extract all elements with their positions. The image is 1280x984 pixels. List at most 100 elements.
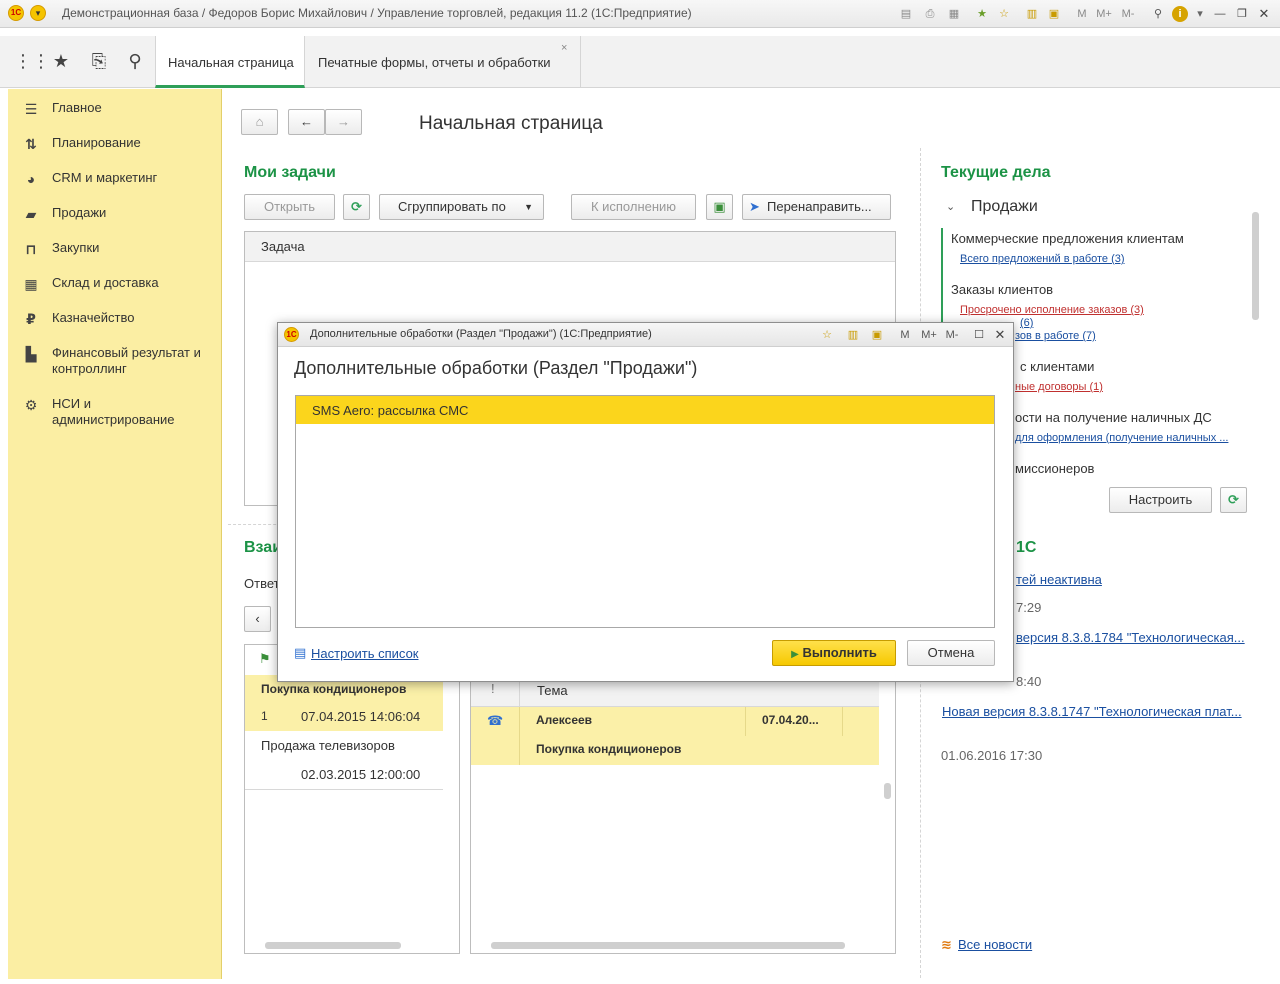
interactions-detail[interactable]: ! Тема ☎ Алексеев 07.04.20... Покупка ко… <box>470 644 896 954</box>
open-button[interactable]: Открыть <box>244 194 335 220</box>
horizontal-scrollbar[interactable] <box>265 942 401 949</box>
all-news-link[interactable]: Все новости <box>958 937 1032 952</box>
run-button[interactable]: ▶ Выполнить <box>772 640 896 666</box>
pie-chart-icon: ◕ <box>26 171 36 187</box>
save-icon[interactable]: ▤ <box>898 6 914 22</box>
redirect-label: Перенаправить... <box>767 199 872 214</box>
memory-m-icon[interactable]: M <box>897 327 913 343</box>
group-link[interactable]: зов в работе (7) <box>1015 330 1096 342</box>
ruble-icon: ₽ <box>26 311 36 327</box>
flag-icon: ⚑ <box>259 651 271 666</box>
forward-button[interactable]: → <box>325 109 362 135</box>
favorites-star-icon[interactable]: ★ <box>50 50 72 72</box>
bar-chart-icon: ▙ <box>25 346 37 362</box>
additional-processing-dialog: 1С Дополнительные обработки (Раздел "Про… <box>277 322 1014 682</box>
list-item[interactable]: SMS Aero: рассылка СМС <box>296 396 994 424</box>
favorites-icon[interactable]: ☆ <box>996 6 1012 22</box>
vertical-scrollbar[interactable] <box>1252 212 1259 320</box>
tasks-title: Мои задачи <box>244 164 336 181</box>
redirect-button[interactable]: ➤ Перенаправить... <box>742 194 891 220</box>
dialog-window-title: Дополнительные обработки (Раздел "Продаж… <box>310 328 652 340</box>
group-by-label: Сгруппировать по <box>398 199 506 214</box>
history-icon[interactable]: ⎘ <box>88 50 110 72</box>
play-icon: ▶ <box>791 649 799 660</box>
run-button-label: Выполнить <box>802 645 877 660</box>
configure-button[interactable]: Настроить <box>1109 487 1212 513</box>
group-link[interactable]: (6) <box>1020 317 1033 329</box>
tasks-table-header: Задача <box>245 232 895 262</box>
memory-m-minus-icon[interactable]: M- <box>942 327 962 343</box>
tools-icon[interactable]: ⚲ <box>1150 6 1166 22</box>
list-item-count: 1 <box>261 709 268 723</box>
news-date: 01.06.2016 17:30 <box>941 748 1043 763</box>
group-link[interactable]: Всего предложений в работе (3) <box>960 253 1125 265</box>
tab-close-icon[interactable]: × <box>561 42 567 54</box>
sidebar-item-label: Склад и доставка <box>52 275 159 290</box>
column-task: Задача <box>261 239 305 254</box>
sidebar-item-label: Главное <box>52 100 102 115</box>
group-link[interactable]: для оформления (получение наличных ... <box>1015 432 1228 444</box>
memory-m-plus-icon[interactable]: M+ <box>1096 6 1112 22</box>
current-section-title[interactable]: Продажи <box>971 198 1038 216</box>
list-settings-icon: ▤ <box>294 645 307 660</box>
home-button[interactable]: ⌂ <box>241 109 278 135</box>
configure-list-link[interactable]: Настроить список <box>311 646 419 661</box>
search-icon[interactable]: ⚲ <box>124 50 146 72</box>
close-icon[interactable]: ✕ <box>1256 6 1272 22</box>
info-icon[interactable]: i <box>1172 6 1188 22</box>
all-sections-icon[interactable]: ⋮⋮ <box>14 50 50 72</box>
news-title: 1С <box>1016 539 1037 556</box>
sections-sidebar: ☰ Главное ⇅ Планирование ◕ CRM и маркети… <box>8 89 222 979</box>
main-menu-button[interactable]: ▾ <box>30 5 46 21</box>
favorites-icon[interactable]: ☆ <box>819 327 835 343</box>
bag-icon: ▰ <box>25 206 37 222</box>
news-link[interactable]: версия 8.3.8.1784 "Технологическая... <box>1016 630 1245 645</box>
menu-lines-icon: ☰ <box>24 101 38 117</box>
refresh-icon[interactable]: ⟳ <box>343 194 370 220</box>
list-item-label: SMS Aero: рассылка СМС <box>312 403 469 418</box>
horizontal-scrollbar[interactable] <box>491 942 845 949</box>
execute-button[interactable]: К исполнению <box>571 194 696 220</box>
refresh-icon[interactable]: ⟳ <box>1220 487 1247 513</box>
phone-icon: ☎ <box>487 713 504 728</box>
calendar-icon[interactable]: ▣ <box>1046 6 1062 22</box>
group-title: миссионеров <box>1015 461 1095 476</box>
interactions-list[interactable]: ⚑ Покупка кондиционеров 1 07.04.2015 14:… <box>244 644 460 954</box>
memory-m-plus-icon[interactable]: M+ <box>919 327 939 343</box>
cancel-button[interactable]: Отмена <box>907 640 995 666</box>
calculator-icon[interactable]: ▥ <box>1024 6 1040 22</box>
close-icon[interactable]: ✕ <box>992 327 1008 343</box>
memory-m-icon[interactable]: M <box>1074 6 1090 22</box>
memory-m-minus-icon[interactable]: M- <box>1120 6 1136 22</box>
tab-print-forms[interactable]: Печатные формы, отчеты и обработки × <box>305 36 581 88</box>
list-item[interactable]: 1 07.04.2015 14:06:04 <box>245 703 443 731</box>
group-by-button[interactable]: Сгруппировать по ▼ <box>379 194 544 220</box>
info-dropdown-icon[interactable]: ▾ <box>1192 6 1208 22</box>
vertical-scrollbar[interactable] <box>884 783 891 799</box>
clipboard-check-icon[interactable]: ▣ <box>706 194 733 220</box>
calculator-icon[interactable]: ▥ <box>845 327 861 343</box>
table-row[interactable]: ☎ Алексеев 07.04.20... Покупка кондицион… <box>471 707 879 765</box>
list-item-date: 07.04.2015 14:06:04 <box>301 709 421 724</box>
restore-icon[interactable]: ❐ <box>1234 6 1250 22</box>
calendar-icon[interactable]: ▣ <box>869 327 885 343</box>
maximize-icon[interactable]: ☐ <box>971 327 987 343</box>
chevron-down-icon[interactable]: ⌄ <box>946 200 955 213</box>
sidebar-item-label: Продажи <box>52 205 107 220</box>
chevron-left-icon[interactable]: ‹ <box>244 606 271 632</box>
tab-start-page[interactable]: Начальная страница <box>155 36 305 88</box>
preview-icon[interactable]: ▦ <box>946 6 962 22</box>
favorites-add-icon[interactable]: ★ <box>974 6 990 22</box>
tab-print-forms-label: Печатные формы, отчеты и обработки <box>318 55 551 70</box>
news-link[interactable]: тей неактивна <box>1016 572 1102 587</box>
group-link[interactable]: ные договоры (1) <box>1015 381 1103 393</box>
print-icon[interactable]: ⎙ <box>922 6 938 22</box>
back-button[interactable]: ← <box>288 109 325 135</box>
minimize-icon[interactable]: — <box>1212 6 1228 22</box>
warehouse-icon: ▦ <box>24 276 38 292</box>
news-link[interactable]: Новая версия 8.3.8.1747 "Технологическая… <box>942 704 1242 719</box>
dialog-title-bar: 1С Дополнительные обработки (Раздел "Про… <box>278 323 1013 347</box>
processing-list[interactable]: SMS Aero: рассылка СМС <box>295 395 995 628</box>
current-tasks-title: Текущие дела <box>941 164 1051 181</box>
group-link[interactable]: Просрочено исполнение заказов (3) <box>960 304 1144 316</box>
